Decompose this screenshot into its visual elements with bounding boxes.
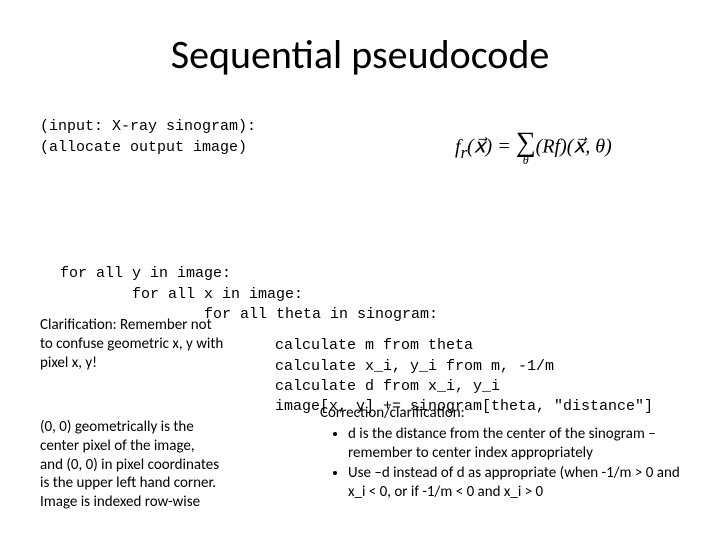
clar3-bullet-2: Use –d instead of d as appropriate (when… xyxy=(348,464,690,502)
clar2-line4: is the upper left hand corner. xyxy=(40,474,216,492)
formula: fr(x⃗) = ∑θ(Rf)(x⃗, θ) xyxy=(455,130,685,166)
clar2-line1: (0, 0) geometrically is the xyxy=(40,418,194,436)
calc-xi-yi: calculate x_i, y_i from m, -1/m xyxy=(275,358,554,375)
clarification-geometric-vs-pixel: Clarification: Remember not to confuse g… xyxy=(40,316,260,372)
loop-x: for all x in image: xyxy=(60,286,303,303)
slide-title: Sequential pseudocode xyxy=(40,30,680,79)
correction-clarification: Correction/clarification: d is the dista… xyxy=(320,404,690,504)
loop-block: for all y in image: for all x in image: … xyxy=(60,244,438,325)
clar2-line5: Image is indexed row-wise xyxy=(40,493,200,511)
formula-rhs: (Rf)(x⃗, θ) xyxy=(536,136,612,158)
clar2-line3: and (0, 0) in pixel coordinates xyxy=(40,456,219,474)
formula-arg: (x⃗) = xyxy=(467,136,516,158)
clar2-line2: center pixel of the image, xyxy=(40,437,195,455)
slide: Sequential pseudocode (input: X-ray sino… xyxy=(0,0,720,540)
input-line-1: (input: X-ray sinogram): xyxy=(40,118,256,135)
clar3-heading: Correction/clarification: xyxy=(320,404,465,422)
sum-icon: ∑θ xyxy=(516,130,536,166)
loop-body: calculate m from theta calculate x_i, y_… xyxy=(275,316,653,417)
clarification-origin: (0, 0) geometrically is the center pixel… xyxy=(40,418,260,512)
calc-d: calculate d from x_i, y_i xyxy=(275,378,500,395)
formula-lhs: fr xyxy=(455,136,467,158)
loop-y: for all y in image: xyxy=(60,265,231,282)
clar1-line2: to confuse geometric x, y with xyxy=(40,335,223,353)
clar1-line3: pixel x, y! xyxy=(40,354,97,372)
clar3-bullet-1: d is the distance from the center of the… xyxy=(348,425,690,463)
input-line-2: (allocate output image) xyxy=(40,139,247,156)
calc-m: calculate m from theta xyxy=(275,337,473,354)
clar3-list: d is the distance from the center of the… xyxy=(320,425,690,502)
clar1-line1: Clarification: Remember not xyxy=(40,316,212,334)
